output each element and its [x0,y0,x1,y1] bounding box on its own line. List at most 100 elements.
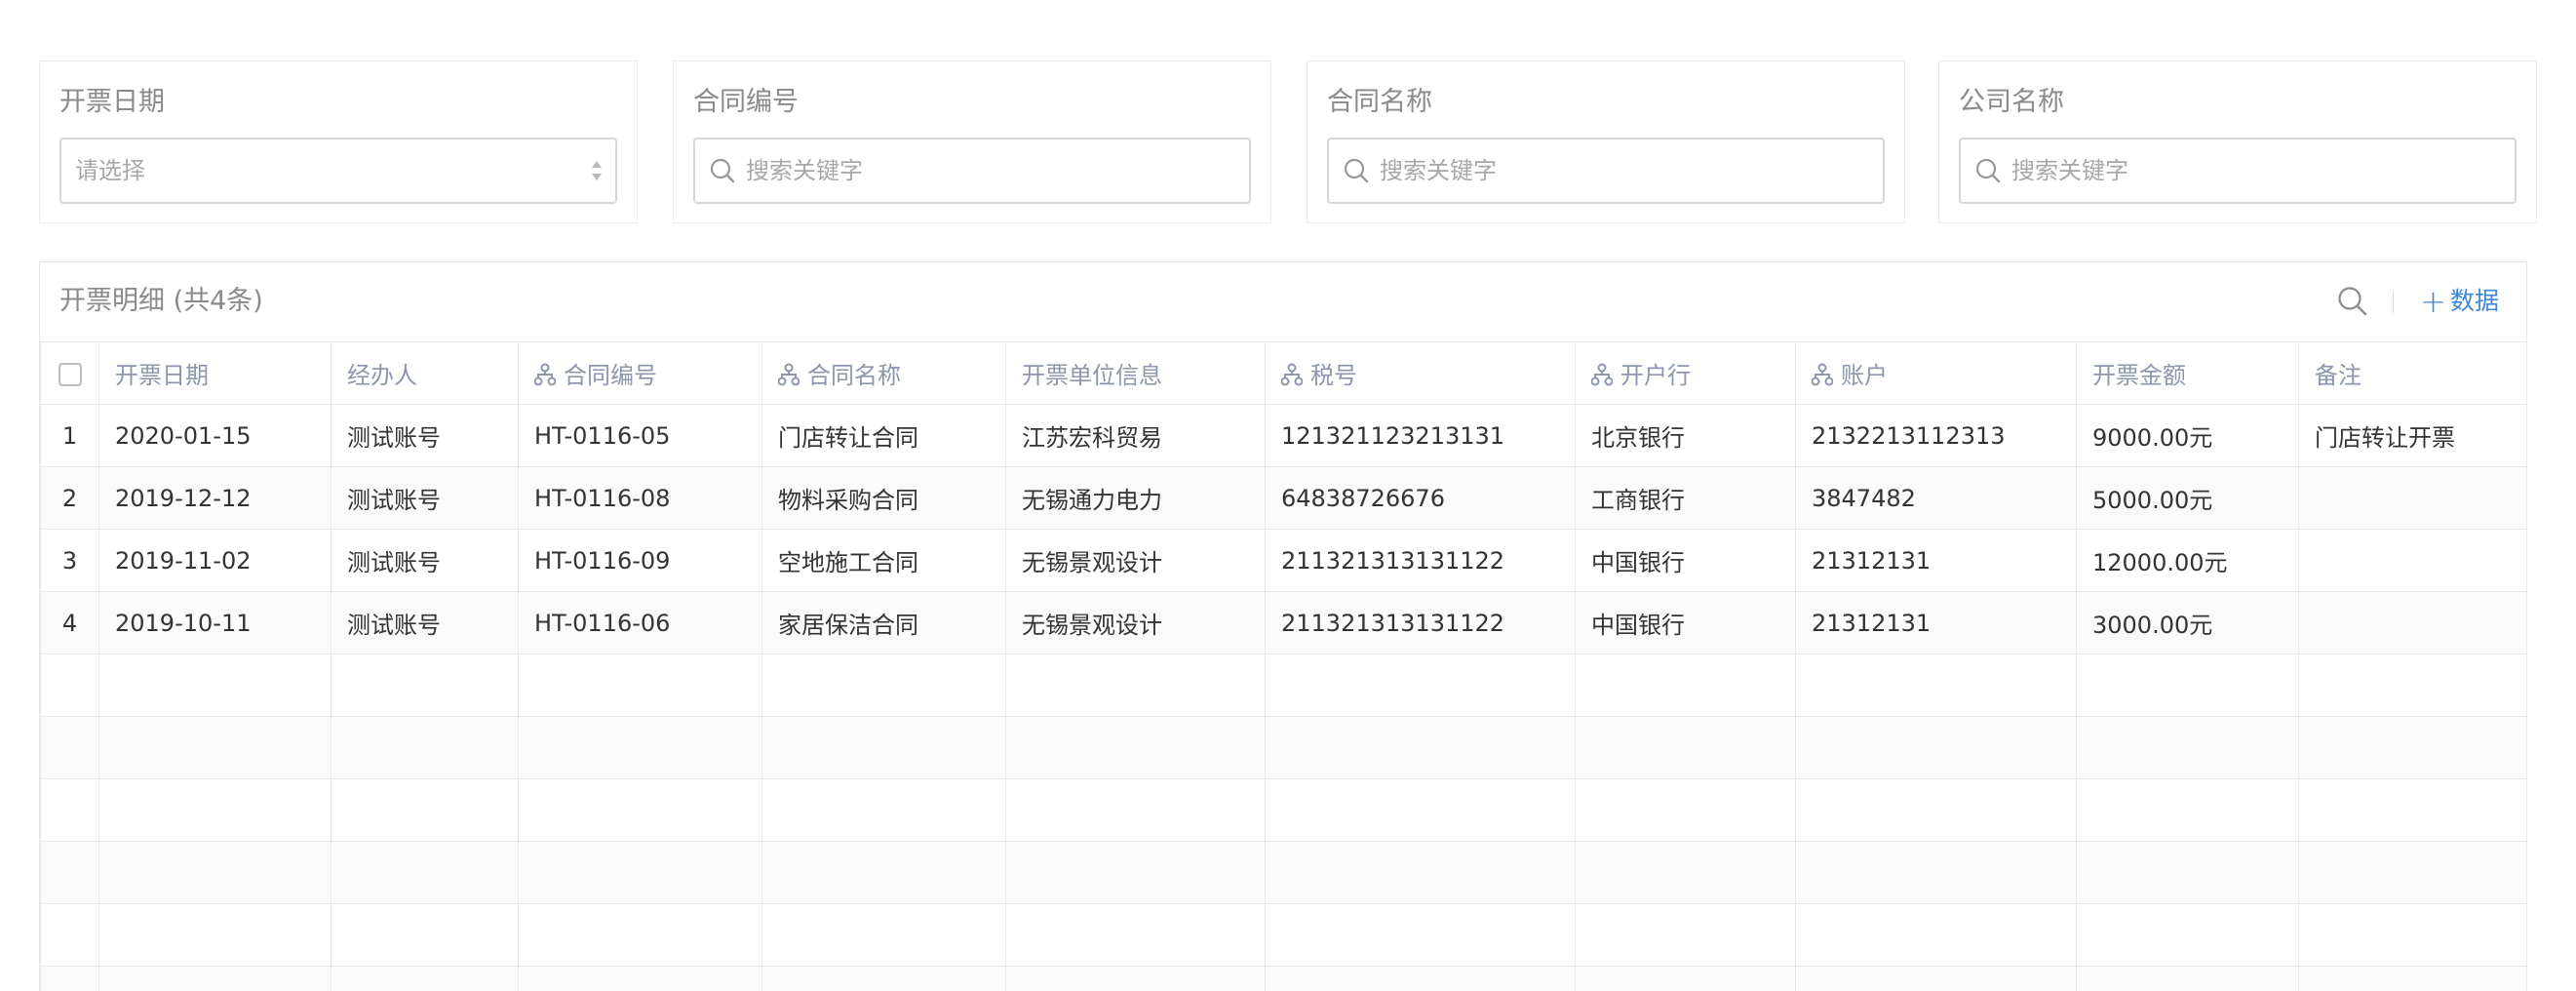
table-cell[interactable] [2298,466,2527,530]
table-cell[interactable]: 121321123213131 [1265,404,1576,467]
search-icon [1975,158,2001,183]
table-cell[interactable]: 无锡景观设计 [1005,529,1266,592]
table-cell[interactable]: 测试账号 [331,466,519,530]
empty-cell [1265,841,1576,904]
panel-title: 开票明细 (共4条) [59,286,263,316]
invoice-date-select[interactable]: 请选择 [59,138,617,204]
toolbar-divider [2393,292,2394,313]
table-cell[interactable]: 空地施工合同 [761,529,1006,592]
empty-cell [1265,903,1576,967]
column-header[interactable]: 账户 [1795,341,2077,405]
search-placeholder: 搜索关键字 [2011,157,2128,184]
empty-cell [1575,716,1796,779]
empty-cell [40,778,99,842]
empty-cell [2076,654,2299,717]
empty-cell [331,841,519,904]
empty-cell [331,966,519,991]
table-cell[interactable]: HT-0116-06 [518,591,762,654]
page-root: 开票日期 请选择 合同编号 搜索关键字 合同名称 搜索关键字 公司名称 搜索关键… [0,0,2576,991]
empty-cell [98,966,332,991]
table-cell[interactable]: 物料采购合同 [761,466,1006,530]
table-cell[interactable]: 3000.00元 [2076,591,2299,654]
table-cell[interactable] [2298,529,2527,592]
table-cell[interactable]: 江苏宏科贸易 [1005,404,1266,467]
column-header[interactable]: 税号 [1265,341,1576,405]
table-cell[interactable]: 测试账号 [331,404,519,467]
empty-cell [518,903,762,967]
column-header[interactable]: 备注 [2298,341,2527,405]
table-cell[interactable]: 21312131 [1795,529,2077,592]
filter-label: 合同名称 [1327,87,1432,117]
column-header[interactable]: 开户行 [1575,341,1796,405]
filter-label: 合同编号 [693,87,799,117]
table-cell[interactable]: 3847482 [1795,466,2077,530]
table-cell[interactable]: 测试账号 [331,529,519,592]
empty-cell [98,841,332,904]
row-index: 2 [40,466,99,530]
table-cell[interactable]: 测试账号 [331,591,519,654]
column-header[interactable]: 合同编号 [518,341,762,405]
select-all-checkbox[interactable] [58,362,82,386]
table-row[interactable]: 3 2019-11-02 测试账号 HT-0116-09 空地施工合同 无锡景观设计 211… [40,529,2527,592]
empty-cell [40,903,99,967]
table-cell[interactable]: 2019-11-02 [98,529,332,592]
empty-cell [2076,778,2299,842]
empty-cell [761,654,1006,717]
empty-row [40,778,2527,842]
table-row[interactable]: 2 2019-12-12 测试账号 HT-0116-08 物料采购合同 无锡通力电力 648… [40,466,2527,530]
table-cell[interactable]: 门店转让开票 [2298,404,2527,467]
empty-cell [761,966,1006,991]
table-cell[interactable]: 5000.00元 [2076,466,2299,530]
empty-cell [1265,654,1576,717]
table-cell[interactable]: 无锡通力电力 [1005,466,1266,530]
empty-cell [1005,966,1266,991]
table-cell[interactable]: 门店转让合同 [761,404,1006,467]
table-cell[interactable]: 家居保洁合同 [761,591,1006,654]
empty-cell [1795,966,2077,991]
table-cell[interactable]: 64838726676 [1265,466,1576,530]
empty-cell [98,654,332,717]
table-cell[interactable]: 9000.00元 [2076,404,2299,467]
column-header[interactable]: 合同名称 [761,341,1006,405]
tree-icon [1281,363,1303,386]
table-cell[interactable]: HT-0116-05 [518,404,762,467]
empty-cell [2298,778,2527,842]
table-cell[interactable]: 中国银行 [1575,591,1796,654]
table-body: 1 2020-01-15 测试账号 HT-0116-05 门店转让合同 江苏宏科贸易 121… [40,404,2527,991]
table-cell[interactable]: 2019-10-11 [98,591,332,654]
table-cell[interactable] [2298,591,2527,654]
table-row[interactable]: 4 2019-10-11 测试账号 HT-0116-06 家居保洁合同 无锡景观设计 211… [40,591,2527,654]
column-header[interactable]: 开票单位信息 [1005,341,1266,405]
empty-cell [40,966,99,991]
table-cell[interactable]: 21312131 [1795,591,2077,654]
search-icon [710,158,735,183]
contract-number-search-input[interactable]: 搜索关键字 [693,138,1251,204]
company-name-search-input[interactable]: 搜索关键字 [1959,138,2517,204]
contract-name-search-input[interactable]: 搜索关键字 [1327,138,1885,204]
select-all-cell[interactable] [40,341,99,405]
table-cell[interactable]: 2019-12-12 [98,466,332,530]
table-cell[interactable]: 北京银行 [1575,404,1796,467]
table-row[interactable]: 1 2020-01-15 测试账号 HT-0116-05 门店转让合同 江苏宏科贸易 121… [40,404,2527,467]
column-header[interactable]: 开票金额 [2076,341,2299,405]
table-cell[interactable]: 211321313131122 [1265,591,1576,654]
tree-icon [534,363,556,386]
table-cell[interactable]: 无锡景观设计 [1005,591,1266,654]
empty-cell [1575,841,1796,904]
table-cell[interactable]: HT-0116-09 [518,529,762,592]
column-header[interactable]: 开票日期 [98,341,332,405]
table-cell[interactable]: 中国银行 [1575,529,1796,592]
empty-cell [1795,841,2077,904]
table-cell[interactable]: 2132213112313 [1795,404,2077,467]
table-cell[interactable]: HT-0116-08 [518,466,762,530]
add-data-button[interactable]: + 数据 [2420,282,2499,321]
table-cell[interactable]: 2020-01-15 [98,404,332,467]
empty-cell [2298,841,2527,904]
table-cell[interactable]: 12000.00元 [2076,529,2299,592]
table-cell[interactable]: 211321313131122 [1265,529,1576,592]
search-icon[interactable] [2335,284,2370,319]
sort-arrows-icon [592,161,602,180]
table-cell[interactable]: 工商银行 [1575,466,1796,530]
column-header[interactable]: 经办人 [331,341,519,405]
invoice-table: 开票日期 经办人 合同编号 合同名称 开票单位信息 税号 开户行 账户 开票金额… [40,341,2527,991]
